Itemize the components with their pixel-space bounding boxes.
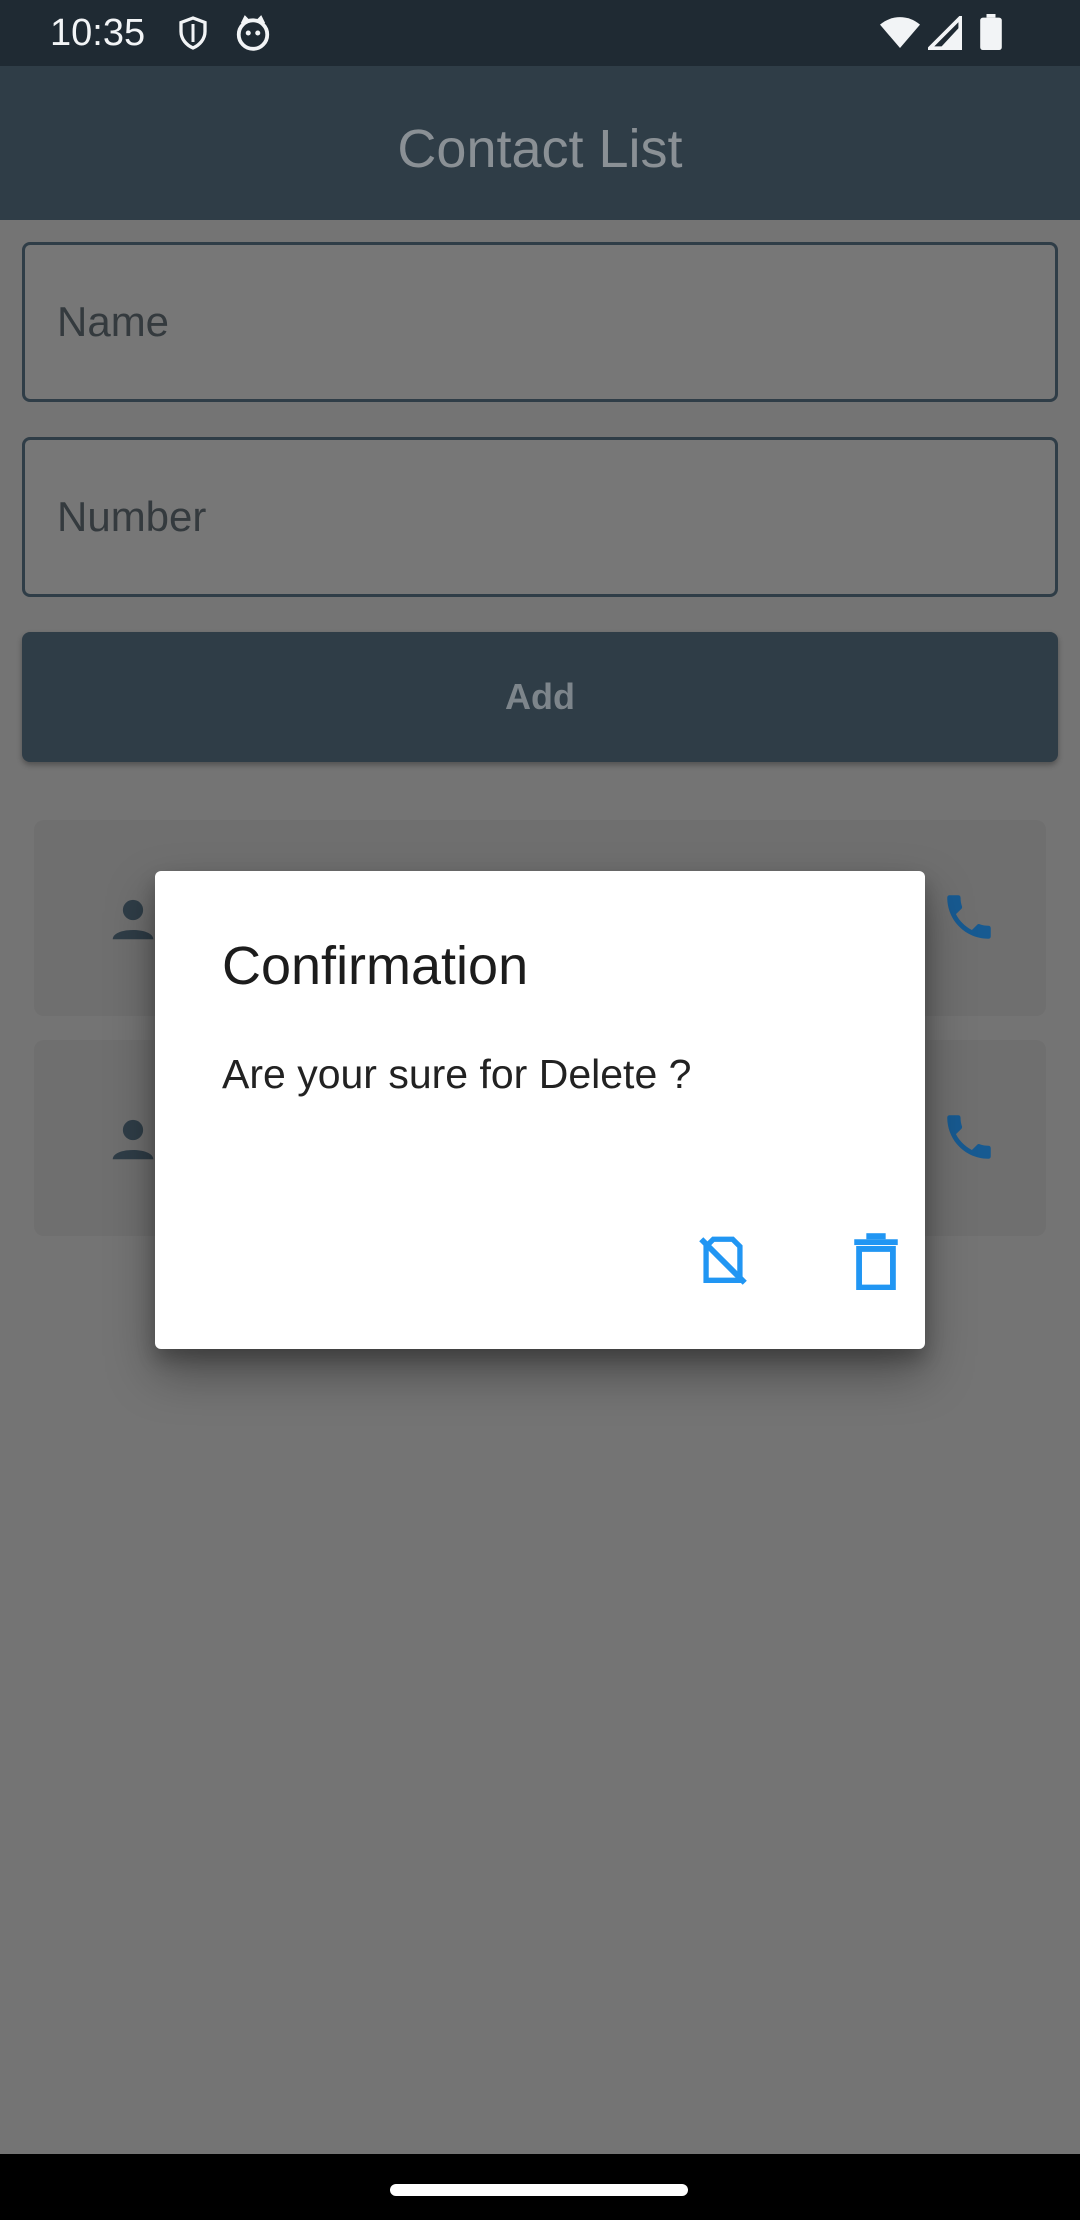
navigation-bar: [0, 2154, 1080, 2220]
app-bar: Contact List: [0, 66, 1080, 220]
person-icon: [106, 1112, 160, 1171]
dialog-message: Are your sure for Delete ?: [222, 1051, 692, 1097]
cancel-button[interactable]: [683, 1223, 763, 1303]
status-time: 10:35: [50, 12, 146, 54]
person-icon: [106, 892, 160, 951]
confirmation-dialog: Confirmation Are your sure for Delete ?: [155, 871, 925, 1349]
wifi-icon: [880, 16, 920, 55]
battery-icon: [980, 14, 1002, 55]
signal-icon: [925, 13, 963, 55]
status-bar: 10:35: [0, 0, 1080, 66]
dialog-title: Confirmation: [222, 936, 529, 996]
trash-icon: [850, 1232, 902, 1295]
shield-icon: [175, 14, 211, 57]
number-field-placeholder: Number: [57, 493, 207, 540]
cat-icon: [234, 14, 272, 57]
no-sim-icon: [694, 1232, 752, 1295]
delete-button[interactable]: [836, 1223, 916, 1303]
phone-icon[interactable]: [940, 888, 998, 951]
home-indicator[interactable]: [390, 2184, 688, 2196]
add-button-label: Add: [505, 676, 575, 717]
phone-icon[interactable]: [940, 1108, 998, 1171]
name-field-placeholder: Name: [57, 298, 170, 345]
add-button[interactable]: Add: [22, 632, 1058, 762]
page-title: Contact List: [397, 119, 683, 179]
name-field[interactable]: Name: [22, 242, 1058, 402]
number-field[interactable]: Number: [22, 437, 1058, 597]
